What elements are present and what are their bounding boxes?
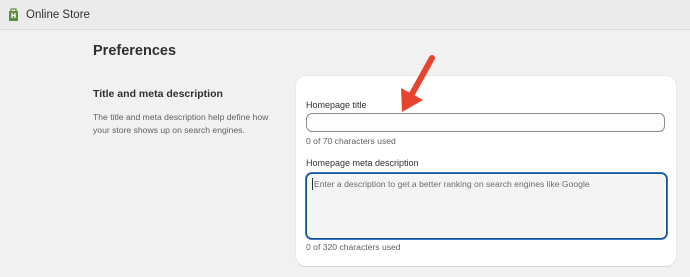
red-arrow-icon	[401, 55, 435, 112]
section-description: The title and meta description help defi…	[93, 112, 269, 135]
homepage-title-char-count: 0 of 70 characters used	[306, 136, 396, 146]
text-caret	[312, 178, 313, 190]
page-title: Preferences	[93, 43, 177, 59]
meta-description-label: Homepage meta description	[306, 158, 419, 168]
seo-card: Homepage title 0 of 70 characters used H…	[296, 76, 676, 266]
homepage-title-label: Homepage title	[306, 100, 367, 110]
meta-description-char-count: 0 of 320 characters used	[306, 242, 401, 252]
top-bar: Online Store	[0, 0, 690, 30]
section-title: Title and meta description	[93, 88, 223, 100]
homepage-title-input[interactable]	[306, 113, 665, 132]
app-name: Online Store	[26, 9, 90, 21]
meta-description-textarea[interactable]: Enter a description to get a better rank…	[306, 173, 667, 239]
shopify-bag-icon	[9, 8, 18, 21]
meta-description-placeholder: Enter a description to get a better rank…	[314, 179, 590, 189]
